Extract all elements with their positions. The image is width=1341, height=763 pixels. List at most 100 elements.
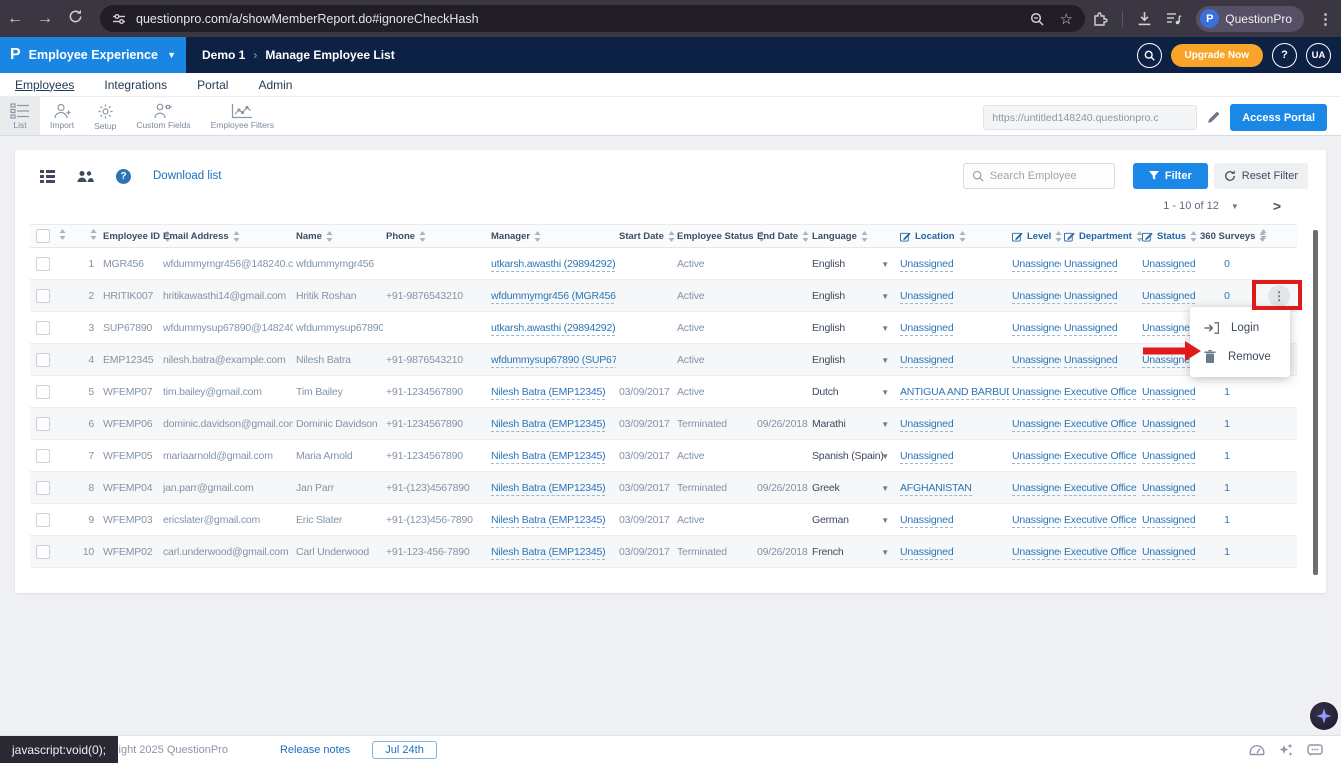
table-scrollbar[interactable] — [1313, 230, 1318, 575]
header-start[interactable]: Start Date — [616, 225, 674, 248]
select-all-checkbox[interactable] — [36, 229, 50, 243]
header-phone[interactable]: Phone — [383, 225, 488, 248]
edit-column-icon[interactable] — [900, 231, 911, 242]
surveys-count[interactable]: 1 — [1224, 546, 1230, 558]
zoom-icon[interactable] — [1030, 12, 1044, 26]
manager-link[interactable]: Nilesh Batra (EMP12345) — [491, 546, 605, 560]
manager-link[interactable]: Nilesh Batra (EMP12345) — [491, 514, 605, 528]
row-checkbox[interactable] — [36, 513, 50, 527]
breadcrumb-parent[interactable]: Demo 1 — [202, 48, 245, 62]
level-link[interactable]: Unassigned — [1012, 482, 1061, 496]
manager-link[interactable]: utkarsh.awasthi (29894292) — [491, 322, 615, 336]
tab-integrations[interactable]: Integrations — [104, 78, 167, 92]
cell-select[interactable] — [30, 248, 56, 280]
sort-icon[interactable] — [233, 231, 240, 242]
header-sort-blank[interactable] — [56, 225, 74, 248]
department-link[interactable]: Executive Office — [1064, 514, 1136, 528]
department-link[interactable]: Executive Office — [1064, 386, 1136, 400]
language-dropdown-icon[interactable]: ▼ — [881, 388, 889, 397]
surveys-count[interactable]: 0 — [1224, 258, 1230, 270]
forward-icon[interactable]: → — [30, 10, 60, 28]
ai-assistant-button[interactable] — [1310, 702, 1338, 730]
reset-filter-button[interactable]: Reset Filter — [1214, 163, 1308, 189]
row-checkbox[interactable] — [36, 289, 50, 303]
department-link[interactable]: Executive Office — [1064, 450, 1136, 464]
header-surveys[interactable]: 360 Surveys — [1197, 225, 1257, 248]
avatar[interactable]: UA — [1306, 43, 1331, 68]
header-search-button[interactable] — [1137, 43, 1162, 68]
sort-icon[interactable] — [1055, 231, 1062, 242]
upgrade-now-button[interactable]: Upgrade Now — [1171, 44, 1263, 67]
header-end[interactable]: End Date — [754, 225, 809, 248]
surveys-count[interactable]: 1 — [1224, 514, 1230, 526]
surveys-count[interactable]: 1 — [1224, 386, 1230, 398]
status-link[interactable]: Unassigned — [1142, 290, 1195, 304]
pagination-next-button[interactable]: > — [1273, 198, 1281, 214]
level-link[interactable]: Unassigned — [1012, 258, 1061, 272]
status-link[interactable]: Unassigned — [1142, 322, 1195, 336]
reading-list-icon[interactable] — [1166, 11, 1182, 26]
speedometer-icon[interactable] — [1249, 743, 1265, 756]
sort-icon[interactable] — [59, 229, 66, 240]
browser-profile-chip[interactable]: P QuestionPro — [1196, 6, 1304, 32]
location-link[interactable]: Unassigned — [900, 418, 953, 432]
location-link[interactable]: ANTIGUA AND BARBUDA — [900, 386, 1009, 400]
filter-button[interactable]: Filter — [1133, 163, 1208, 189]
extensions-icon[interactable] — [1092, 11, 1108, 27]
tab-portal[interactable]: Portal — [197, 78, 228, 92]
level-link[interactable]: Unassigned — [1012, 386, 1061, 400]
manager-link[interactable]: Nilesh Batra (EMP12345) — [491, 450, 605, 464]
manager-link[interactable]: wfdummymgr456 (MGR456) — [491, 290, 616, 304]
header-level[interactable]: Level — [1009, 225, 1061, 248]
row-checkbox[interactable] — [36, 417, 50, 431]
cell-select[interactable] — [30, 312, 56, 344]
status-link[interactable]: Unassigned — [1142, 482, 1195, 496]
sparkles-icon[interactable] — [1279, 743, 1293, 757]
header-id[interactable]: Employee ID — [100, 225, 160, 248]
header-status[interactable]: Status — [1139, 225, 1197, 248]
status-link[interactable]: Unassigned — [1142, 450, 1195, 464]
level-link[interactable]: Unassigned — [1012, 322, 1061, 336]
level-link[interactable]: Unassigned — [1012, 354, 1061, 368]
header-actions[interactable] — [1257, 225, 1297, 248]
toolbar-item-list[interactable]: List — [0, 97, 40, 135]
location-link[interactable]: Unassigned — [900, 546, 953, 560]
header-department[interactable]: Department — [1061, 225, 1139, 248]
cell-select[interactable] — [30, 504, 56, 536]
surveys-count[interactable]: 1 — [1224, 418, 1230, 430]
table-view-icon[interactable] — [40, 170, 55, 183]
language-dropdown-icon[interactable]: ▼ — [881, 260, 889, 269]
status-link[interactable]: Unassigned — [1142, 546, 1195, 560]
product-switcher[interactable]: P Employee Experience ▼ — [0, 37, 186, 73]
header-manager[interactable]: Manager — [488, 225, 616, 248]
search-employee-input[interactable] — [990, 170, 1105, 182]
surveys-count[interactable]: 0 — [1224, 290, 1230, 302]
sort-icon[interactable] — [90, 229, 97, 240]
toolbar-item-custom-fields[interactable]: Custom Fields — [126, 97, 200, 135]
manager-link[interactable]: Nilesh Batra (EMP12345) — [491, 386, 605, 400]
status-link[interactable]: Unassigned — [1142, 258, 1195, 272]
edit-column-icon[interactable] — [1064, 231, 1075, 242]
row-checkbox[interactable] — [36, 545, 50, 559]
department-link[interactable]: Unassigned — [1064, 322, 1117, 336]
language-dropdown-icon[interactable]: ▼ — [881, 452, 889, 461]
help-info-icon[interactable]: ? — [116, 169, 131, 184]
cell-select[interactable] — [30, 344, 56, 376]
language-dropdown-icon[interactable]: ▼ — [881, 356, 889, 365]
pagination-dropdown-icon[interactable]: ▼ — [1231, 202, 1239, 211]
header-row-number[interactable] — [74, 225, 100, 248]
toolbar-item-employee-filters[interactable]: Employee Filters — [201, 97, 284, 135]
context-menu-item-remove[interactable]: Remove — [1190, 342, 1290, 371]
sort-icon[interactable] — [1190, 231, 1197, 242]
location-link[interactable]: Unassigned — [900, 322, 953, 336]
browser-menu-icon[interactable]: ⋮ — [1318, 10, 1333, 28]
row-checkbox[interactable] — [36, 385, 50, 399]
edit-column-icon[interactable] — [1142, 231, 1153, 242]
release-date-chip[interactable]: Jul 24th — [372, 741, 437, 759]
location-link[interactable]: Unassigned — [900, 450, 953, 464]
surveys-count[interactable]: 1 — [1224, 450, 1230, 462]
toolbar-item-setup[interactable]: Setup — [84, 97, 126, 135]
cell-select[interactable] — [30, 280, 56, 312]
groups-icon[interactable] — [77, 170, 94, 183]
language-dropdown-icon[interactable]: ▼ — [881, 292, 889, 301]
